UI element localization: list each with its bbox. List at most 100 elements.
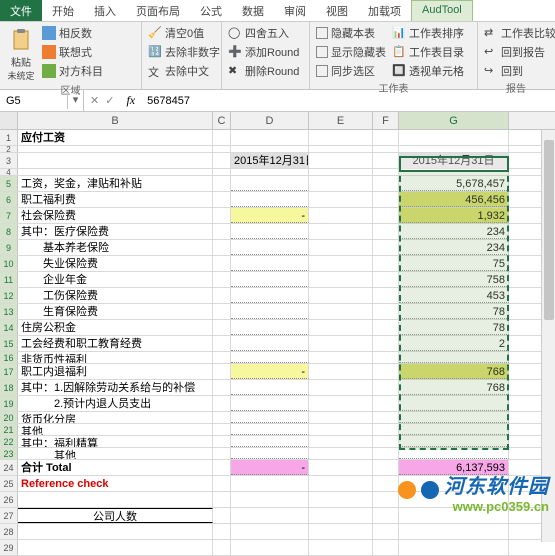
row-header[interactable]: 27 bbox=[0, 508, 18, 523]
cell[interactable] bbox=[373, 412, 399, 423]
row-header[interactable]: 8 bbox=[0, 224, 18, 239]
cell[interactable] bbox=[373, 240, 399, 255]
cell[interactable]: 职工内退福利 bbox=[18, 364, 213, 379]
cell[interactable]: 234 bbox=[399, 240, 509, 255]
cell[interactable] bbox=[231, 320, 309, 335]
row-header[interactable]: 5 bbox=[0, 176, 18, 191]
row-header[interactable]: 6 bbox=[0, 192, 18, 207]
cell[interactable] bbox=[309, 508, 373, 523]
cell[interactable]: 生育保险费 bbox=[18, 304, 213, 319]
cell[interactable] bbox=[309, 304, 373, 319]
cell[interactable]: 456,456 bbox=[399, 192, 509, 207]
cell[interactable] bbox=[231, 524, 309, 539]
cell[interactable] bbox=[373, 176, 399, 191]
cell[interactable] bbox=[213, 288, 231, 303]
cell[interactable] bbox=[373, 336, 399, 351]
tab-audtool[interactable]: AudTool bbox=[411, 0, 473, 21]
cell[interactable] bbox=[399, 130, 509, 145]
select-all-corner[interactable] bbox=[0, 112, 18, 129]
cell[interactable] bbox=[373, 364, 399, 379]
cell[interactable] bbox=[18, 540, 213, 555]
cell[interactable]: 合计 Total bbox=[18, 460, 213, 475]
cell[interactable] bbox=[231, 192, 309, 207]
cell[interactable]: 2015年12月31日 bbox=[399, 153, 509, 168]
cell[interactable] bbox=[213, 540, 231, 555]
cell[interactable]: 公司人数 bbox=[18, 508, 213, 523]
cell[interactable] bbox=[18, 169, 213, 175]
cell[interactable]: 其他 bbox=[18, 448, 213, 459]
name-box-dropdown[interactable]: ▾ bbox=[68, 90, 84, 111]
row-header[interactable]: 18 bbox=[0, 380, 18, 395]
row-header[interactable]: 24 bbox=[0, 460, 18, 475]
cell[interactable] bbox=[309, 476, 373, 491]
cell[interactable] bbox=[309, 240, 373, 255]
cell[interactable]: 其中：福利精算 bbox=[18, 436, 213, 447]
btn-counter[interactable]: 对方科目 bbox=[40, 62, 105, 80]
cell[interactable] bbox=[309, 352, 373, 363]
row-header[interactable]: 4 bbox=[0, 169, 18, 175]
btn-add-round[interactable]: ➕添加Round bbox=[226, 43, 301, 61]
cell[interactable]: 2015年12月31日 bbox=[231, 153, 309, 168]
row-header[interactable]: 14 bbox=[0, 320, 18, 335]
cell[interactable] bbox=[399, 448, 509, 459]
cell[interactable] bbox=[309, 288, 373, 303]
formula-input[interactable]: 5678457 bbox=[141, 93, 555, 109]
cell[interactable] bbox=[309, 153, 373, 168]
col-header[interactable]: C bbox=[213, 112, 231, 129]
col-header[interactable]: G bbox=[399, 112, 509, 129]
cell[interactable] bbox=[213, 176, 231, 191]
cell[interactable] bbox=[231, 146, 309, 152]
tab-file[interactable]: 文件 bbox=[0, 0, 42, 21]
cell[interactable] bbox=[373, 256, 399, 271]
cell[interactable]: 2.预计内退人员支出 bbox=[18, 396, 213, 411]
cell[interactable]: 453 bbox=[399, 288, 509, 303]
row-header[interactable]: 16 bbox=[0, 352, 18, 363]
cell[interactable] bbox=[399, 412, 509, 423]
btn-compare[interactable]: ⇄工作表比较 bbox=[482, 24, 555, 42]
cell[interactable]: 工伤保险费 bbox=[18, 288, 213, 303]
cell[interactable]: 应付工资 bbox=[18, 130, 213, 145]
cell[interactable]: 78 bbox=[399, 320, 509, 335]
chk-hide-sheet[interactable]: 隐藏本表 bbox=[314, 24, 388, 42]
row-header[interactable]: 2 bbox=[0, 146, 18, 152]
cell[interactable] bbox=[231, 304, 309, 319]
cell[interactable] bbox=[309, 272, 373, 287]
cell[interactable] bbox=[309, 492, 373, 507]
cell[interactable]: 职工福利费 bbox=[18, 192, 213, 207]
row-header[interactable]: 28 bbox=[0, 524, 18, 539]
cell[interactable] bbox=[399, 524, 509, 539]
cell[interactable] bbox=[213, 224, 231, 239]
cell[interactable] bbox=[213, 256, 231, 271]
btn-sheet-toc[interactable]: 📋工作表目录 bbox=[390, 43, 466, 61]
cell[interactable]: 其中：1.因解除劳动关系给与的补偿 bbox=[18, 380, 213, 395]
cell[interactable] bbox=[399, 352, 509, 363]
cell[interactable] bbox=[373, 288, 399, 303]
tab-formula[interactable]: 公式 bbox=[190, 0, 232, 21]
row-header[interactable]: 13 bbox=[0, 304, 18, 319]
cell[interactable] bbox=[309, 224, 373, 239]
row-header[interactable]: 26 bbox=[0, 492, 18, 507]
cell[interactable] bbox=[373, 208, 399, 223]
cell[interactable] bbox=[231, 272, 309, 287]
cell[interactable]: 工资，奖金，津贴和补贴 bbox=[18, 176, 213, 191]
cell[interactable] bbox=[399, 396, 509, 411]
cell[interactable] bbox=[231, 240, 309, 255]
cell[interactable] bbox=[373, 169, 399, 175]
btn-del-round[interactable]: ✖删除Round bbox=[226, 62, 301, 80]
cell[interactable] bbox=[213, 364, 231, 379]
cell[interactable] bbox=[309, 396, 373, 411]
btn-back[interactable]: ↪回到 bbox=[482, 62, 555, 80]
cell[interactable] bbox=[231, 476, 309, 491]
cell[interactable]: 1,932 bbox=[399, 208, 509, 223]
cell[interactable] bbox=[399, 540, 509, 555]
btn-back-report[interactable]: ↩回到报告 bbox=[482, 43, 555, 61]
btn-round[interactable]: ◯四舍五入 bbox=[226, 24, 301, 42]
cell[interactable] bbox=[231, 169, 309, 175]
cell[interactable] bbox=[309, 424, 373, 435]
cell[interactable] bbox=[231, 436, 309, 447]
paste-button[interactable]: 粘贴 未统定 bbox=[4, 24, 38, 82]
btn-pivot-cell[interactable]: 🔲透视单元格 bbox=[390, 62, 466, 80]
row-header[interactable]: 19 bbox=[0, 396, 18, 411]
cell[interactable] bbox=[231, 448, 309, 459]
cell[interactable] bbox=[213, 448, 231, 459]
